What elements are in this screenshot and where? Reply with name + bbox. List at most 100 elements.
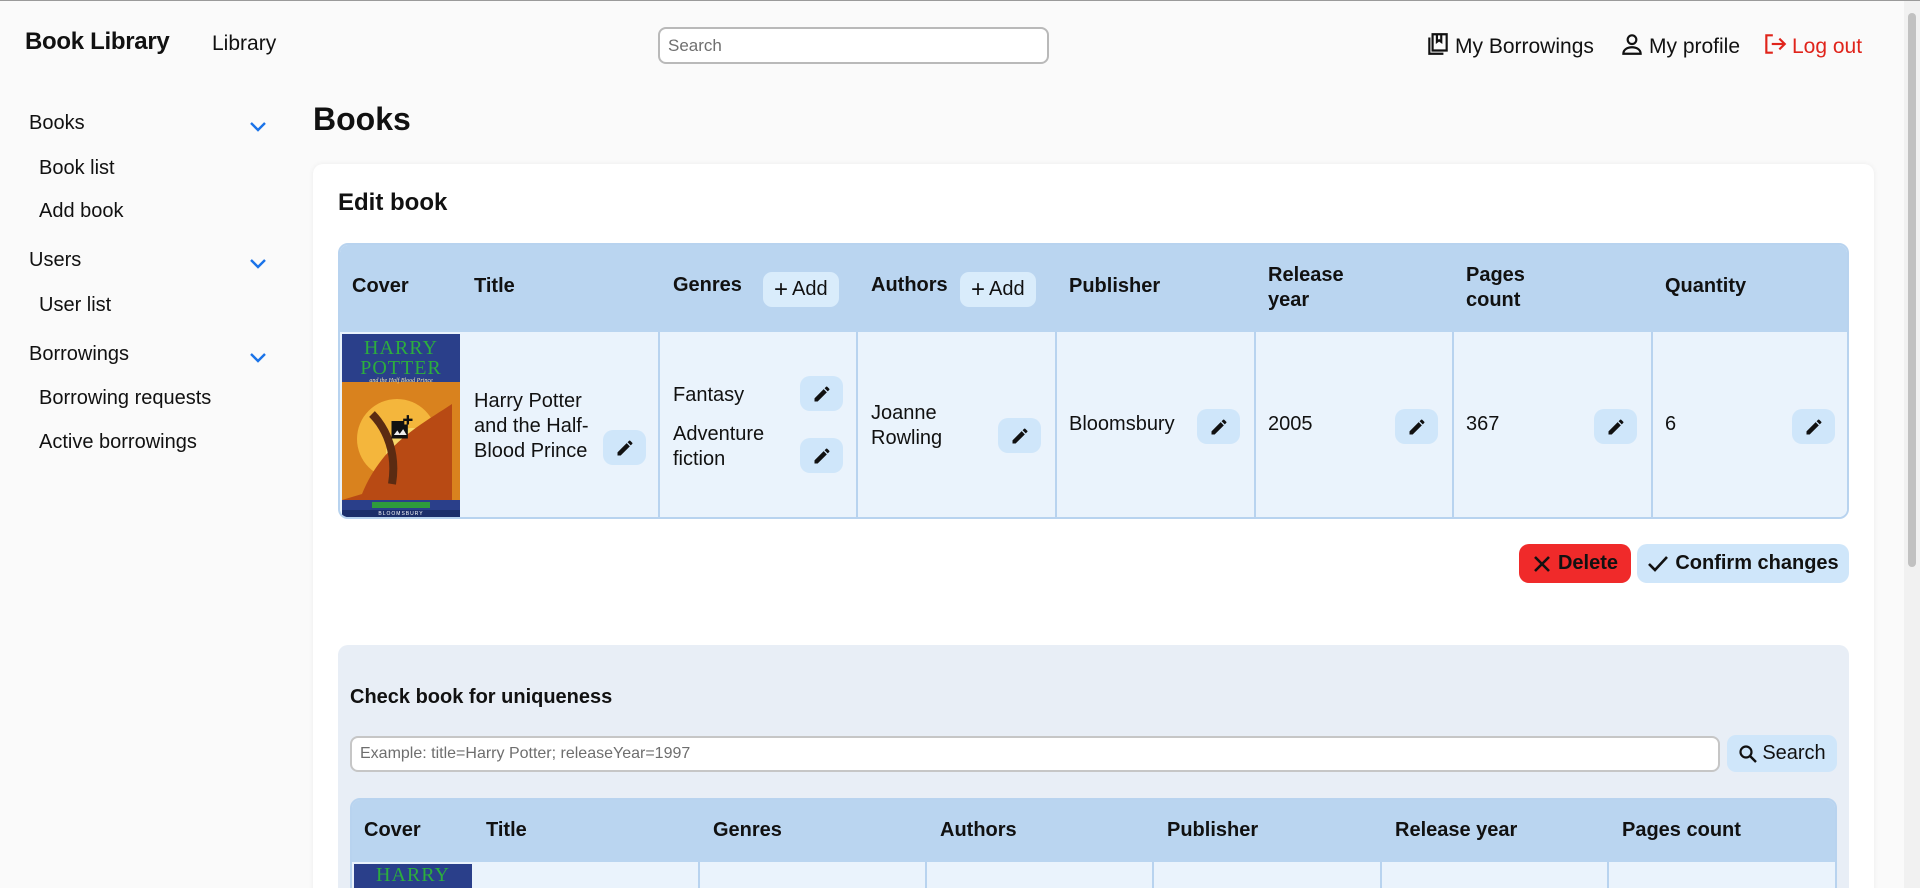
book-cover-image[interactable]: HARRY POTTER and the Half Blood Prince B…	[342, 334, 460, 517]
header-cover: Cover	[352, 275, 409, 297]
uniqueness-query-input[interactable]	[350, 736, 1720, 772]
sidebar-item-active-borrowings[interactable]: Active borrowings	[39, 431, 197, 454]
genre-value: Adventure fiction	[673, 423, 765, 470]
uniqueness-results-table: Cover Title Genres Authors Publisher Rel…	[350, 798, 1837, 888]
add-genre-button[interactable]: + Add	[763, 272, 839, 307]
pencil-icon	[814, 386, 829, 401]
add-photo-icon[interactable]	[388, 414, 416, 442]
column-divider	[1152, 862, 1154, 888]
header-authors: Authors	[871, 274, 948, 296]
table-row	[352, 862, 1835, 888]
column-divider	[1254, 332, 1256, 517]
check-icon	[1648, 555, 1669, 572]
edit-publisher-button[interactable]	[1197, 409, 1240, 444]
sidebar-group-borrowings[interactable]: Borrowings	[29, 343, 129, 366]
header-title: Title	[486, 819, 527, 841]
edit-book-table: Cover Title Genres + Add Authors + Add P…	[338, 243, 1849, 519]
header-release-year: Release year	[1395, 819, 1518, 841]
confirm-changes-button[interactable]: Confirm changes	[1637, 544, 1849, 583]
brand-logo[interactable]: Book Library	[25, 28, 170, 56]
my-profile-link[interactable]: My profile	[1619, 31, 1740, 63]
edit-release-year-button[interactable]	[1395, 409, 1438, 444]
my-borrowings-link[interactable]: My Borrowings	[1425, 31, 1594, 63]
header-pages-count: Pages count	[1622, 819, 1741, 841]
plus-icon: +	[774, 275, 789, 303]
scrollbar-thumb[interactable]	[1908, 13, 1916, 567]
my-borrowings-label: My Borrowings	[1455, 35, 1594, 58]
edit-genre-button[interactable]	[800, 376, 843, 411]
sidebar-item-user-list[interactable]: User list	[39, 294, 111, 317]
close-icon	[1534, 555, 1550, 572]
person-icon	[1619, 31, 1645, 63]
pages-count-value: 367	[1466, 413, 1500, 435]
cover-title-top: HARRY	[364, 337, 438, 359]
quantity-value: 6	[1665, 413, 1677, 435]
page-title: Books	[313, 101, 411, 137]
column-divider	[856, 332, 858, 517]
delete-label: Delete	[1557, 552, 1619, 574]
pencil-icon	[814, 448, 829, 463]
table-header-row	[352, 800, 1835, 862]
header-genres: Genres	[713, 819, 782, 841]
column-divider	[658, 332, 660, 517]
sidebar-item-book-list[interactable]: Book list	[39, 157, 115, 180]
nav-library-link[interactable]: Library	[212, 32, 276, 56]
search-icon	[1739, 744, 1758, 763]
chevron-down-icon[interactable]	[248, 120, 268, 134]
edit-author-button[interactable]	[998, 418, 1041, 453]
edit-pages-count-button[interactable]	[1594, 409, 1637, 444]
chevron-down-icon[interactable]	[248, 257, 268, 271]
column-divider	[1607, 862, 1609, 888]
result-cover-image[interactable]: HARRY	[354, 864, 472, 888]
header-publisher: Publisher	[1167, 819, 1259, 841]
logout-icon	[1762, 31, 1788, 63]
publisher-value: Bloomsbury	[1069, 413, 1175, 435]
column-divider	[1452, 332, 1454, 517]
column-divider	[1055, 332, 1057, 517]
top-header: Book Library Library My Borrowings My pr…	[0, 1, 1904, 87]
confirm-changes-label: Confirm changes	[1675, 552, 1839, 574]
add-genre-label: Add	[792, 278, 828, 300]
my-profile-label: My profile	[1649, 35, 1741, 58]
pencil-icon	[1012, 428, 1027, 443]
header-pages-count: Pages count	[1466, 264, 1525, 311]
sidebar-item-add-book[interactable]: Add book	[39, 200, 124, 223]
search-button-label: Search	[1762, 742, 1826, 764]
edit-genre-button[interactable]	[800, 438, 843, 473]
chevron-down-icon[interactable]	[248, 351, 268, 365]
add-author-button[interactable]: + Add	[960, 272, 1036, 307]
author-value: Joanne Rowling	[871, 402, 943, 449]
pencil-icon	[1608, 419, 1623, 434]
book-title-value: Harry Potter and the Half-Blood Prince	[474, 390, 589, 462]
cover-publisher: BLOOMSBURY	[378, 511, 424, 517]
pencil-icon	[617, 440, 632, 455]
log-out-link[interactable]: Log out	[1762, 31, 1862, 63]
header-genres: Genres	[673, 274, 742, 296]
sidebar-group-users[interactable]: Users	[29, 249, 81, 272]
search-input[interactable]	[658, 27, 1049, 64]
pencil-icon	[1211, 419, 1226, 434]
uniqueness-title: Check book for uniqueness	[350, 686, 613, 708]
genre-value: Fantasy	[673, 384, 745, 406]
pencil-icon	[1806, 419, 1821, 434]
add-author-label: Add	[989, 278, 1025, 300]
log-out-label: Log out	[1792, 35, 1863, 58]
pencil-icon	[1409, 419, 1424, 434]
sidebar-item-borrowing-requests[interactable]: Borrowing requests	[39, 387, 211, 410]
edit-title-button[interactable]	[603, 430, 646, 465]
header-quantity: Quantity	[1665, 275, 1747, 297]
uniqueness-search-button[interactable]: Search	[1727, 735, 1837, 772]
result-cover-title: HARRY	[376, 864, 450, 886]
column-divider	[698, 862, 700, 888]
column-divider	[925, 862, 927, 888]
cover-subtitle: and the Half Blood Prince	[369, 378, 433, 384]
header-title: Title	[474, 275, 515, 297]
edit-quantity-button[interactable]	[1792, 409, 1835, 444]
sidebar-group-books[interactable]: Books	[29, 112, 85, 135]
page-scrollbar[interactable]	[1904, 1, 1920, 888]
header-publisher: Publisher	[1069, 275, 1161, 297]
column-divider	[1380, 862, 1382, 888]
cover-title-mid: POTTER	[360, 357, 442, 379]
delete-button[interactable]: Delete	[1519, 544, 1631, 583]
release-year-value: 2005	[1268, 413, 1313, 435]
